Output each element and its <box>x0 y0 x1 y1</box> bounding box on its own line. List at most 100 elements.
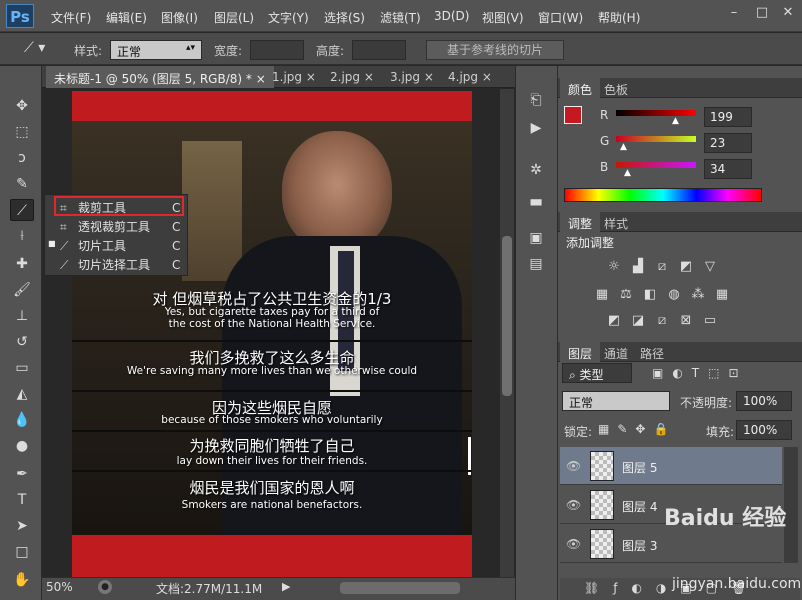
tab-layers[interactable]: 图层 <box>560 342 601 362</box>
blue-slider-handle-icon[interactable]: ▲ <box>624 168 631 178</box>
horizontal-scroll-thumb[interactable] <box>340 582 460 594</box>
tab-paths[interactable]: 路径 <box>632 342 672 362</box>
color-lookup-icon[interactable]: ▦ <box>714 288 730 302</box>
layer-name[interactable]: 图层 3 <box>622 537 657 554</box>
blue-value-input[interactable]: 34 <box>704 159 752 179</box>
status-arrow-icon[interactable]: ▶ <box>282 580 290 593</box>
status-info-icon[interactable]: ● <box>98 580 112 594</box>
close-tab-icon[interactable]: × <box>482 70 492 84</box>
tab-untitled-1[interactable]: 未标题-1 @ 50% (图层 5, RGB/8) * × <box>46 66 274 88</box>
opacity-input[interactable]: 100% <box>736 391 792 411</box>
brush-tool-icon[interactable]: 🖌 <box>10 279 34 301</box>
dodge-tool-icon[interactable]: ● <box>10 435 34 457</box>
layer-name[interactable]: 图层 5 <box>622 459 657 476</box>
vibrance-icon[interactable]: ▽ <box>702 260 718 274</box>
eye-icon[interactable]: 👁 <box>566 459 581 473</box>
tab-channels[interactable]: 通道 <box>596 342 636 362</box>
close-window-button[interactable]: ✕ <box>778 4 798 22</box>
curves-icon[interactable]: ⧄ <box>654 260 670 274</box>
menu-image[interactable]: 图像(I) <box>161 9 198 26</box>
layer-filter-select[interactable]: ⌕ 类型 <box>562 363 632 383</box>
menu-file[interactable]: 文件(F) <box>51 9 91 26</box>
pen-tool-icon[interactable]: ✒ <box>10 463 34 485</box>
exposure-icon[interactable]: ◩ <box>678 260 694 274</box>
brightness-icon[interactable]: ☼ <box>606 260 622 274</box>
green-value-input[interactable]: 23 <box>704 133 752 153</box>
close-tab-icon[interactable]: × <box>424 70 434 84</box>
menu-select[interactable]: 选择(S) <box>324 9 365 26</box>
width-input[interactable] <box>250 40 304 60</box>
color-balance-icon[interactable]: ⚖ <box>618 288 634 302</box>
navigator-icon[interactable]: ▣ <box>525 230 547 250</box>
vertical-scroll-thumb[interactable] <box>502 236 512 396</box>
blur-tool-icon[interactable]: 💧 <box>10 409 34 431</box>
menu-layer[interactable]: 图层(L) <box>214 9 254 26</box>
paint-bucket-tool-icon[interactable]: ◭ <box>10 383 34 405</box>
actions-panel-icon[interactable]: ▶ <box>525 120 547 140</box>
maximize-button[interactable]: □ <box>752 4 772 22</box>
menu-edit[interactable]: 编辑(E) <box>106 9 147 26</box>
green-slider-handle-icon[interactable]: ▲ <box>620 142 627 152</box>
layer-filter-icons[interactable]: ▣◐T⬚⊡ <box>652 366 748 380</box>
channel-mixer-icon[interactable]: ⁂ <box>690 288 706 302</box>
close-tab-icon[interactable]: × <box>306 70 316 84</box>
tab-styles[interactable]: 样式 <box>596 212 636 232</box>
threshold-icon[interactable]: ⧄ <box>654 314 670 328</box>
eyedropper-tool-icon[interactable]: ⟊ <box>10 225 34 247</box>
slice-tool-preset-icon[interactable]: ⟋ ▾ <box>24 40 62 60</box>
lasso-tool-icon[interactable]: ↄ <box>10 147 34 169</box>
tab-3-jpg[interactable]: 3.jpg × <box>382 66 442 88</box>
brush-presets-icon[interactable]: ✲ <box>525 162 547 182</box>
lock-icons[interactable]: ▦✎✥🔒 <box>598 422 676 436</box>
black-white-icon[interactable]: ◧ <box>642 288 658 302</box>
tab-2-jpg[interactable]: 2.jpg × <box>322 66 382 88</box>
history-panel-icon[interactable]: ⎗ <box>525 92 547 112</box>
info-panel-icon[interactable]: ▤ <box>525 256 547 276</box>
red-slider[interactable] <box>616 110 696 116</box>
healing-brush-tool-icon[interactable]: ✚ <box>10 253 34 275</box>
path-select-tool-icon[interactable]: ➤ <box>10 515 34 537</box>
red-value-input[interactable]: 199 <box>704 107 752 127</box>
type-tool-icon[interactable]: T <box>10 489 34 511</box>
green-slider[interactable] <box>616 136 696 142</box>
menu-window[interactable]: 窗口(W) <box>538 9 583 26</box>
eye-icon[interactable]: 👁 <box>566 537 581 551</box>
red-slider-handle-icon[interactable]: ▲ <box>672 116 679 126</box>
invert-icon[interactable]: ◩ <box>606 314 622 328</box>
menu-filter[interactable]: 滤镜(T) <box>380 9 421 26</box>
close-tab-icon[interactable]: × <box>364 70 374 84</box>
slices-from-guides-button[interactable]: 基于参考线的切片 <box>426 40 564 60</box>
photo-filter-icon[interactable]: ◍ <box>666 288 682 302</box>
blend-mode-select[interactable]: 正常 <box>562 391 670 411</box>
hue-saturation-icon[interactable]: ▦ <box>594 288 610 302</box>
layer-name[interactable]: 图层 4 <box>622 498 657 515</box>
move-tool-icon[interactable]: ✥ <box>10 95 34 117</box>
history-brush-tool-icon[interactable]: ↺ <box>10 331 34 353</box>
height-input[interactable] <box>352 40 406 60</box>
quick-select-tool-icon[interactable]: ✎ <box>10 173 34 195</box>
tab-swatches[interactable]: 色板 <box>596 78 636 98</box>
color-spectrum[interactable] <box>564 188 762 202</box>
histogram-icon[interactable]: ▃ <box>525 190 547 210</box>
menu-3d[interactable]: 3D(D) <box>434 9 469 23</box>
stamp-tool-icon[interactable]: ⊥ <box>10 305 34 327</box>
minimize-button[interactable]: – <box>724 4 744 22</box>
slice-tool-icon[interactable]: ⟋ <box>10 199 34 221</box>
zoom-level[interactable]: 50% <box>46 580 73 594</box>
selective-color-icon[interactable]: ⊠ <box>678 314 694 328</box>
posterize-icon[interactable]: ◪ <box>630 314 646 328</box>
tab-color[interactable]: 颜色 <box>560 78 601 98</box>
tab-1-jpg[interactable]: 1.jpg × <box>264 66 324 88</box>
menu-view[interactable]: 视图(V) <box>482 9 524 26</box>
fill-input[interactable]: 100% <box>736 420 792 440</box>
hand-tool-icon[interactable]: ✋ <box>10 569 34 591</box>
eye-icon[interactable]: 👁 <box>566 498 581 512</box>
menu-type[interactable]: 文字(Y) <box>268 9 309 26</box>
marquee-tool-icon[interactable]: ⬚ <box>10 121 34 143</box>
levels-icon[interactable]: ▟ <box>630 260 646 274</box>
document-canvas[interactable]: 对 但烟草税占了公共卫生资金的1/3 Yes, but cigarette ta… <box>72 91 472 584</box>
gradient-map-icon[interactable]: ▭ <box>702 314 718 328</box>
foreground-color-swatch[interactable] <box>564 106 582 124</box>
menu-help[interactable]: 帮助(H) <box>598 9 640 26</box>
eraser-tool-icon[interactable]: ▭ <box>10 357 34 379</box>
